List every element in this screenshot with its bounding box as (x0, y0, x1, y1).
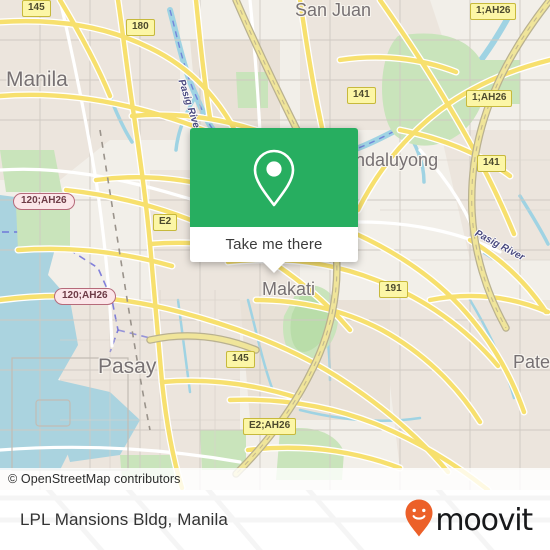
callout-pointer (263, 262, 285, 273)
bottom-info-bar: LPL Mansions Bldg, Manila moovit (0, 490, 550, 550)
location-pin-icon (251, 148, 297, 208)
moovit-map-screen: Manila San Juan Mandaluyong Makati Pasay… (0, 0, 550, 550)
map-attribution-bar: © OpenStreetMap contributors (0, 468, 550, 490)
moovit-logo[interactable]: moovit (404, 498, 533, 543)
moovit-pin-icon (404, 498, 434, 543)
take-me-there-label: Take me there (225, 236, 323, 253)
map-attribution-text[interactable]: © OpenStreetMap contributors (8, 472, 181, 486)
callout-pin-panel (190, 128, 358, 227)
destination-callout-card[interactable]: Take me there (190, 128, 358, 273)
place-name-label: LPL Mansions Bldg, Manila (20, 510, 228, 529)
callout-action[interactable]: Take me there (190, 227, 358, 262)
moovit-wordmark: moovit (435, 502, 533, 538)
